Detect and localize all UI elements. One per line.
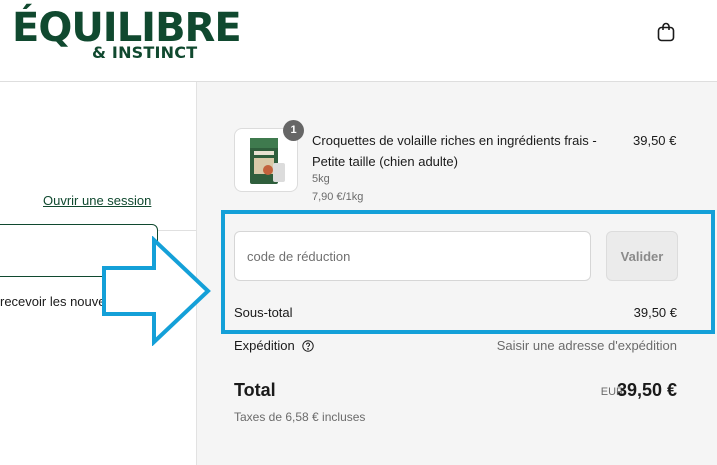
quantity-badge: 1 xyxy=(283,120,304,141)
taxes-note: Taxes de 6,58 € incluses xyxy=(234,410,366,424)
shipping-label: Expédition xyxy=(234,338,295,353)
product-thumbnail: 1 xyxy=(234,120,304,192)
total-label: Total xyxy=(234,380,276,400)
shopping-bag-icon[interactable] xyxy=(654,20,678,44)
help-circle-icon[interactable] xyxy=(302,340,315,352)
site-header: ÉQUILIBRE & INSTINCT xyxy=(0,0,717,82)
newsletter-label: recevoir les nouveautés xyxy=(0,294,138,309)
subtotal-label: Sous-total xyxy=(234,305,293,320)
product-price: 39,50 € xyxy=(633,133,677,148)
total-value: 39,50 € xyxy=(616,380,677,400)
shipping-row-label: Expédition xyxy=(234,338,315,353)
email-field[interactable] xyxy=(0,224,158,277)
shipping-value: Saisir une adresse d'expédition xyxy=(496,338,677,353)
product-variant: 5kg xyxy=(312,173,330,185)
logo-tagline: & INSTINCT xyxy=(92,43,198,62)
apply-discount-button[interactable]: Valider xyxy=(606,231,678,281)
subtotal-value: 39,50 € xyxy=(633,305,677,320)
product-title: Croquettes de volaille riches en ingrédi… xyxy=(312,133,597,169)
brand-logo[interactable]: ÉQUILIBRE & INSTINCT xyxy=(12,6,252,66)
order-summary: 1 Croquettes de volaille riches en ingré… xyxy=(196,82,717,465)
product-unit-price: 7,90 €/1kg xyxy=(312,191,364,203)
discount-code-input[interactable] xyxy=(234,231,591,281)
login-link[interactable]: Ouvrir une session xyxy=(43,193,151,208)
